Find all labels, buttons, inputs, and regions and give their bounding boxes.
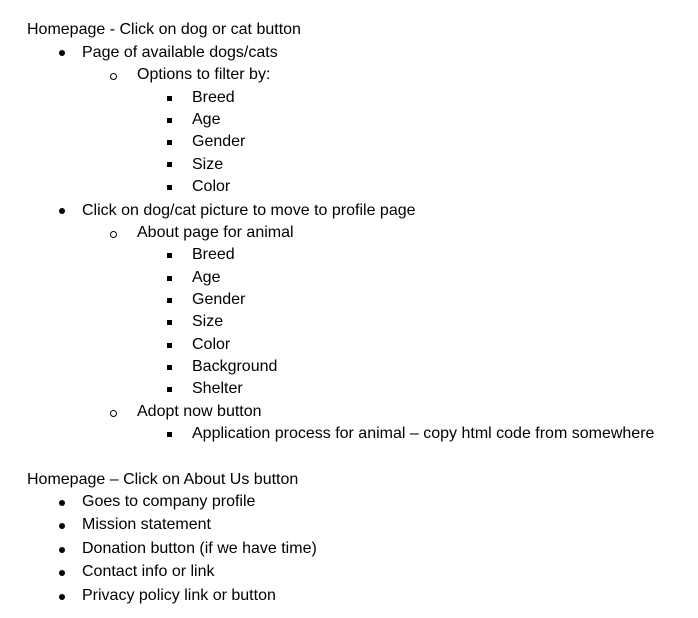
section1-heading: Homepage - Click on dog or cat button bbox=[27, 21, 301, 38]
bullet-square bbox=[167, 118, 172, 123]
list-item: Age bbox=[192, 111, 221, 128]
list-item: Click on dog/cat picture to move to prof… bbox=[82, 202, 416, 219]
list-item: Age bbox=[192, 269, 221, 286]
bullet-dot bbox=[59, 547, 65, 553]
bullet-circle bbox=[110, 410, 117, 417]
list-item: About page for animal bbox=[137, 224, 294, 241]
bullet-square bbox=[167, 365, 172, 370]
list-item: Privacy policy link or button bbox=[82, 587, 276, 604]
bullet-square bbox=[167, 387, 172, 392]
list-item: Gender bbox=[192, 133, 246, 150]
bullet-square bbox=[167, 96, 172, 101]
list-item: Goes to company profile bbox=[82, 493, 256, 510]
bullet-square bbox=[167, 253, 172, 258]
bullet-square bbox=[167, 185, 172, 190]
list-item: Mission statement bbox=[82, 516, 211, 533]
bullet-square bbox=[167, 343, 172, 348]
bullet-circle bbox=[110, 231, 117, 238]
bullet-square bbox=[167, 298, 172, 303]
list-item: Contact info or link bbox=[82, 563, 215, 580]
list-item: Size bbox=[192, 156, 224, 173]
list-item: Breed bbox=[192, 246, 235, 263]
list-item: Adopt now button bbox=[137, 403, 262, 420]
bullet-dot bbox=[59, 50, 65, 56]
bullet-dot bbox=[59, 500, 65, 506]
bullet-dot bbox=[59, 523, 65, 529]
section2-heading: Homepage – Click on About Us button bbox=[27, 471, 299, 488]
list-item: Shelter bbox=[192, 380, 243, 397]
bullet-square bbox=[167, 432, 172, 437]
list-item: Gender bbox=[192, 291, 246, 308]
list-item: Page of available dogs/cats bbox=[82, 44, 278, 61]
bullet-square bbox=[167, 320, 172, 325]
list-item: Application process for animal – copy ht… bbox=[192, 425, 655, 442]
list-item: Options to filter by: bbox=[137, 66, 271, 83]
list-item: Color bbox=[192, 178, 231, 195]
list-item: Background bbox=[192, 358, 278, 375]
bullet-dot bbox=[59, 570, 65, 576]
bullet-dot bbox=[59, 208, 65, 214]
bullet-dot bbox=[59, 594, 65, 600]
bullet-square bbox=[167, 276, 172, 281]
list-item: Breed bbox=[192, 89, 235, 106]
bullet-square bbox=[167, 140, 172, 145]
bullet-square bbox=[167, 162, 172, 167]
list-item: Size bbox=[192, 313, 224, 330]
list-item: Color bbox=[192, 336, 231, 353]
list-item: Donation button (if we have time) bbox=[82, 540, 317, 557]
bullet-circle bbox=[110, 73, 117, 80]
